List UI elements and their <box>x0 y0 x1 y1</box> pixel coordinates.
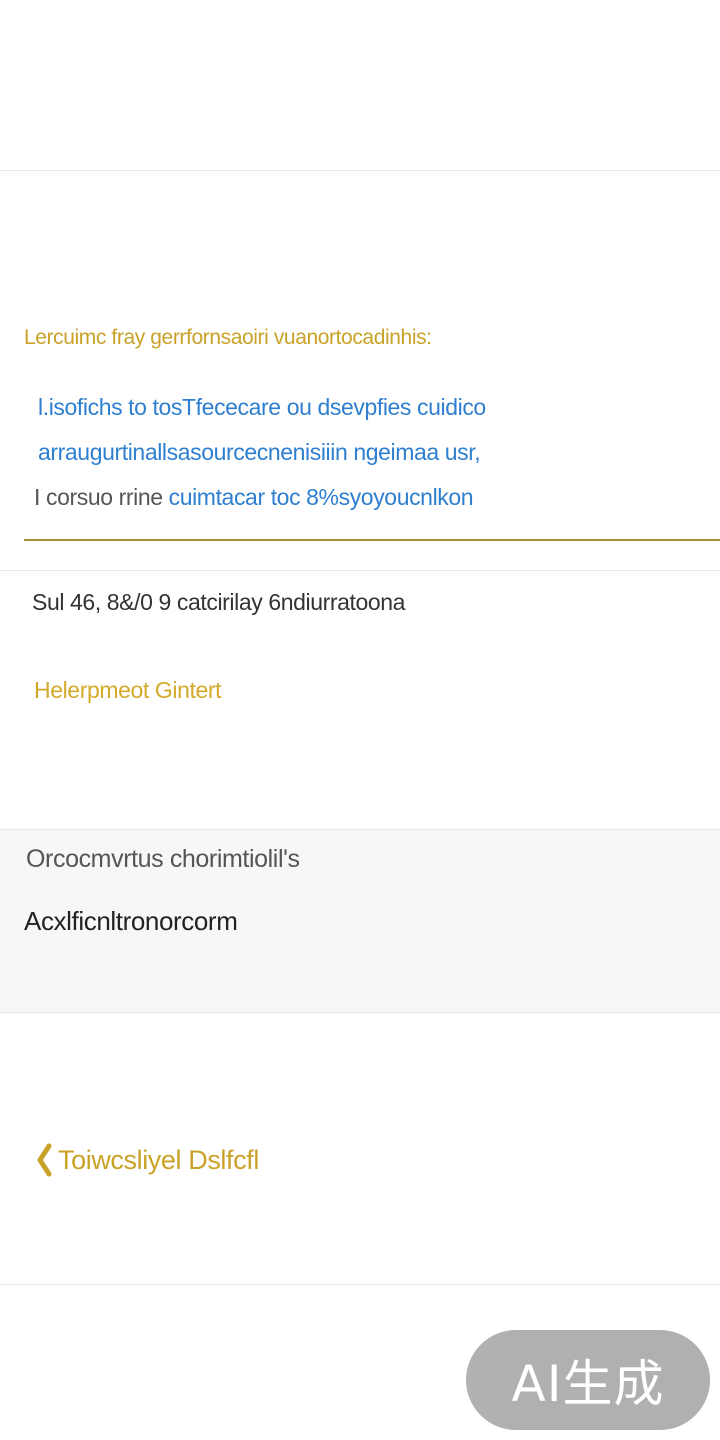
section-divider <box>24 539 720 541</box>
top-divider <box>0 170 720 171</box>
summary-text: Sul 46, 8&/0 9 catcirilay 6ndiurratoona <box>32 589 406 615</box>
watermark-text: AI生成 <box>511 1355 665 1413</box>
ai-generated-watermark: AI生成 <box>466 1330 710 1430</box>
back-button-label: Toiwcsliyel Dslfcfl <box>58 1144 259 1175</box>
body-line-2: arraugurtinallsasourcecnenisiiin ngeimaa… <box>38 439 481 465</box>
summary-top-divider <box>0 570 720 571</box>
chevron-left-icon <box>37 1143 52 1177</box>
back-button[interactable]: Toiwcsliyel Dslfcfl <box>36 1143 259 1177</box>
body-line-3-highlight: cuimtacar toc 8%syoyoucnlkon <box>168 484 474 510</box>
body-line-1: l.isofichs to tosTfececare ou dsevpfies … <box>38 394 486 420</box>
bottom-divider <box>0 1284 720 1285</box>
body-line-3-lead: I corsuo rrine <box>34 484 169 510</box>
section-heading: Lercuimc fray gerrfornsaoiri vuanortocad… <box>24 326 432 349</box>
panel-caption: Orcocmvrtus chorimtiolil's <box>26 845 300 873</box>
body-line-3: I corsuo rrine cuimtacar toc 8%syoyoucnl… <box>34 484 474 511</box>
help-center-link[interactable]: Helerpmeot Gintert <box>34 677 222 704</box>
panel-value: Acxlficnltronorcorm <box>24 906 238 936</box>
